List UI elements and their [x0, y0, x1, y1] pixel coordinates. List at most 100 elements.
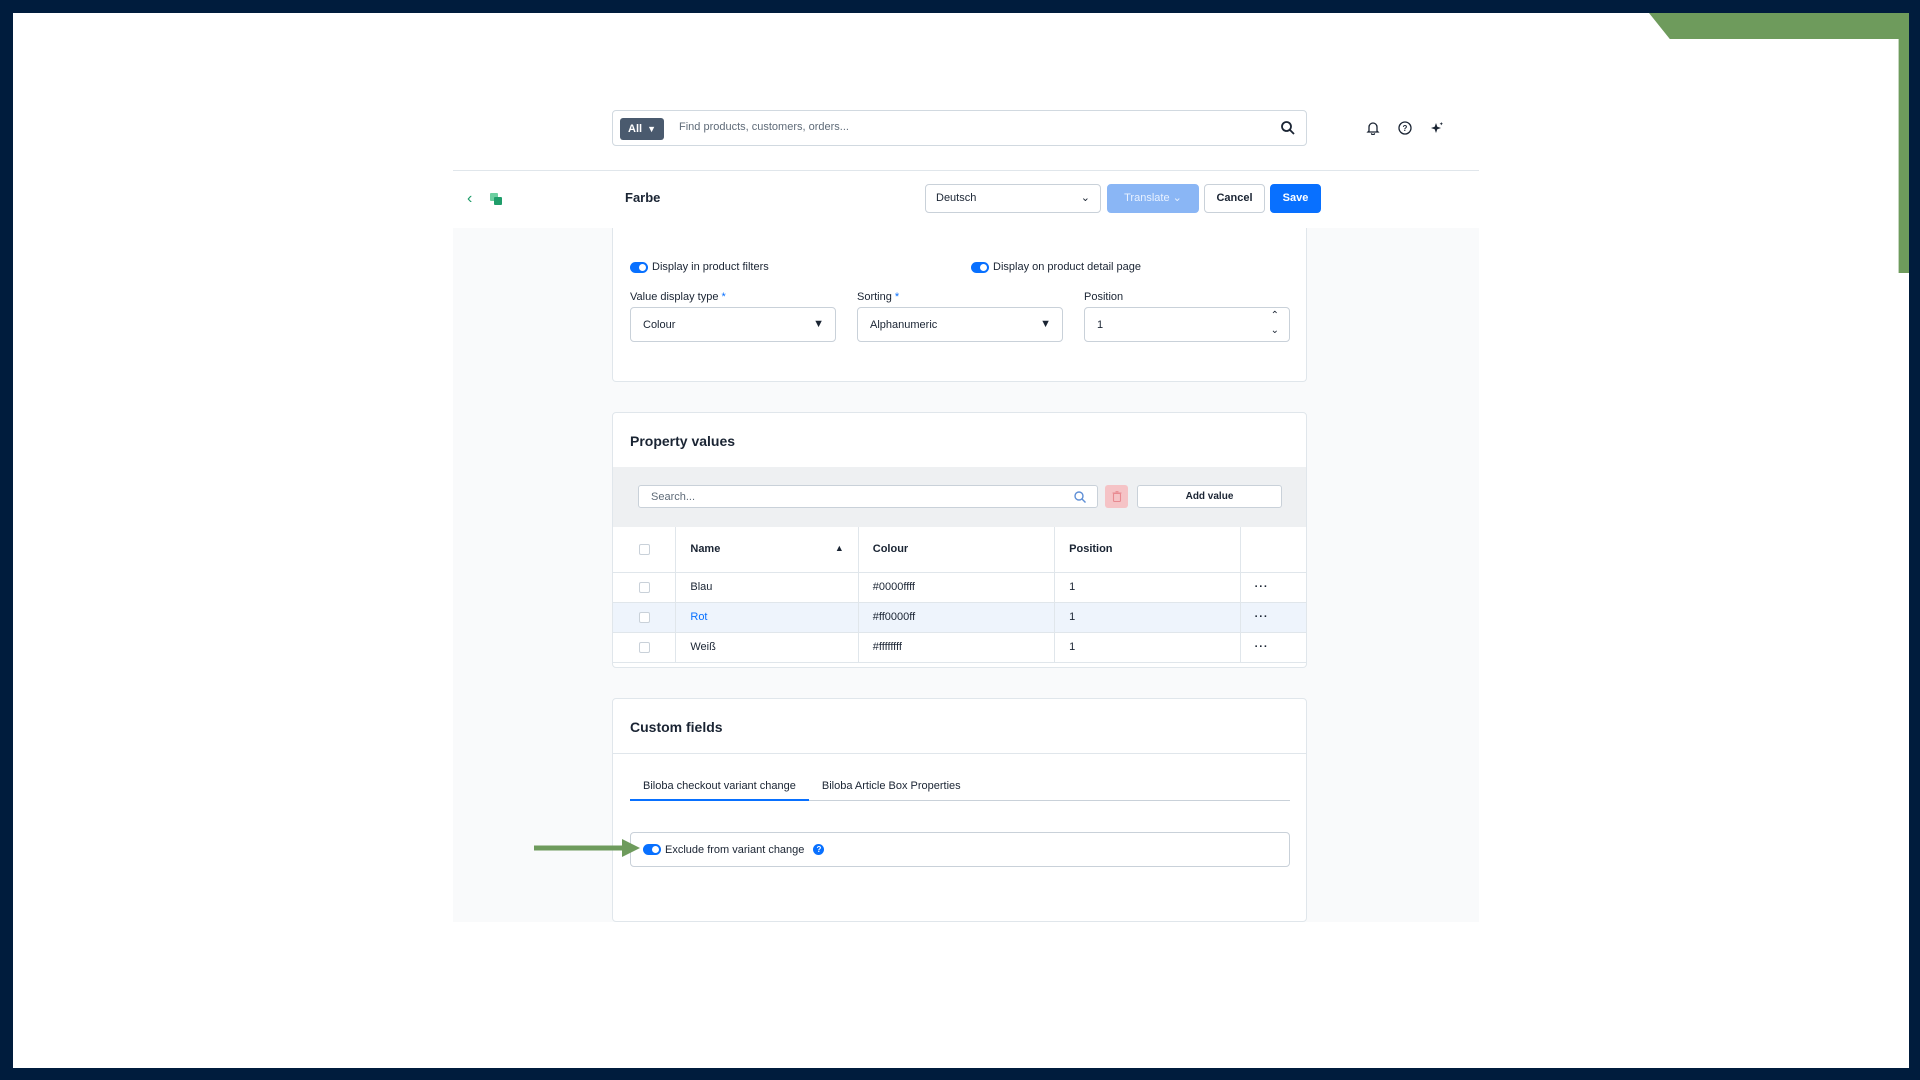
position-cell: 1 — [1054, 572, 1241, 603]
language-select[interactable]: Deutsch ⌄ — [925, 184, 1101, 213]
sort-ascending-icon[interactable]: ▲ — [835, 543, 844, 553]
name-cell[interactable]: Rot — [675, 602, 859, 633]
display-in-filters-switch[interactable]: Display in product filters — [630, 261, 769, 273]
sorting-select[interactable]: Alphanumeric ▼ — [857, 307, 1063, 342]
display-on-detail-switch[interactable]: Display on product detail page — [971, 261, 1141, 273]
help-circle-icon[interactable]: ? — [1397, 120, 1413, 136]
property-values-title: Property values — [630, 433, 736, 449]
name-cell[interactable]: Weiß — [675, 632, 859, 663]
column-header-position[interactable]: Position — [1054, 527, 1241, 573]
search-filter-label: All — [628, 123, 643, 135]
screenshot-frame: All ▼ Find products, customers, orders..… — [13, 13, 1909, 1068]
sorting-value: Alphanumeric — [870, 319, 938, 331]
delete-button[interactable] — [1105, 485, 1128, 508]
toggle-switch[interactable] — [630, 261, 648, 273]
custom-fields-tabs: Biloba checkout variant change Biloba Ar… — [630, 771, 1290, 801]
custom-fields-card: Custom fields Biloba checkout variant ch… — [612, 698, 1307, 922]
name-cell[interactable]: Blau — [675, 572, 859, 603]
colour-cell: #0000ffff — [858, 572, 1056, 603]
global-search[interactable]: All ▼ Find products, customers, orders..… — [612, 110, 1307, 146]
svg-text:?: ? — [1403, 124, 1408, 133]
values-search-placeholder: Search... — [651, 491, 696, 503]
sorting-label-text: Sorting — [857, 291, 892, 303]
column-header-colour[interactable]: Colour — [858, 527, 1056, 573]
translate-label: Translate — [1124, 192, 1170, 204]
display-filters-label: Display in product filters — [652, 261, 769, 273]
row-select-cell — [613, 572, 677, 603]
exclude-label: Exclude from variant change — [665, 843, 805, 856]
table-row: Weiß #ffffffff 1 ··· — [613, 632, 1306, 663]
smart-bar: ‹ Farbe Deutsch ⌄ Translate ⌄ Cancel Sav… — [453, 170, 1479, 228]
copy-icon[interactable] — [489, 192, 503, 206]
trash-icon — [1112, 491, 1121, 502]
grid-toolbar: Search... Add value — [613, 467, 1306, 527]
sorting-label: Sorting * — [857, 291, 899, 303]
column-header-name[interactable]: Name ▲ — [675, 527, 859, 573]
position-label: Position — [1084, 291, 1124, 303]
position-cell: 1 — [1054, 602, 1241, 633]
bell-icon[interactable] — [1365, 120, 1381, 136]
content-area: Display in product filters Display on pr… — [453, 228, 1479, 922]
position-number-field[interactable]: 1 ⌃ ⌄ — [1084, 307, 1290, 342]
column-header-name-label: Name — [690, 543, 721, 556]
corner-decoration — [1649, 13, 1909, 273]
table-row: Blau #0000ffff 1 ··· — [613, 572, 1306, 603]
required-mark: * — [721, 291, 726, 303]
cancel-button[interactable]: Cancel — [1204, 184, 1265, 213]
property-values-table: Name ▲ Colour Position Blau #0000ffff 1 — [613, 527, 1306, 663]
column-header-actions — [1240, 527, 1306, 573]
colour-cell: #ff0000ff — [858, 602, 1056, 633]
exclude-from-variant-change-field: Exclude from variant change ? — [630, 832, 1290, 867]
chevron-down-icon: ▼ — [813, 318, 824, 330]
help-icon[interactable]: ? — [813, 844, 825, 855]
value-display-type-value: Colour — [643, 319, 676, 331]
page-title: Farbe — [625, 190, 661, 205]
card-divider — [613, 753, 1306, 754]
chevron-down-icon[interactable]: ⌄ — [1271, 325, 1279, 336]
row-actions-button[interactable]: ··· — [1240, 632, 1306, 663]
search-input[interactable]: Find products, customers, orders... — [679, 121, 849, 133]
chevron-down-icon: ▼ — [647, 124, 656, 134]
save-button[interactable]: Save — [1270, 184, 1321, 213]
row-actions-button[interactable]: ··· — [1240, 602, 1306, 633]
row-actions-button[interactable]: ··· — [1240, 572, 1306, 603]
row-select-cell — [613, 632, 677, 663]
top-bar: All ▼ Find products, customers, orders..… — [453, 98, 1479, 170]
position-cell: 1 — [1054, 632, 1241, 663]
search-filter-dropdown[interactable]: All ▼ — [620, 118, 664, 140]
value-display-type-select[interactable]: Colour ▼ — [630, 307, 836, 342]
custom-fields-title: Custom fields — [630, 719, 723, 735]
tab-biloba-checkout-variant-change[interactable]: Biloba checkout variant change — [630, 771, 809, 801]
toggle-switch[interactable] — [971, 261, 989, 273]
row-checkbox[interactable] — [638, 581, 650, 593]
translate-button[interactable]: Translate ⌄ — [1107, 184, 1199, 213]
chevron-down-icon: ⌄ — [1172, 192, 1182, 204]
property-values-card: Property values Search... Add value Name… — [612, 412, 1307, 668]
table-row: Rot #ff0000ff 1 ··· — [613, 602, 1306, 633]
row-checkbox[interactable] — [638, 641, 650, 653]
required-mark: * — [894, 291, 900, 303]
value-display-type-label: Value display type * — [630, 291, 726, 303]
row-select-cell — [613, 602, 677, 633]
select-all-cell — [613, 527, 677, 573]
select-all-checkbox[interactable] — [638, 543, 650, 555]
annotation-arrow-icon — [534, 839, 640, 857]
language-value: Deutsch — [936, 192, 977, 204]
search-icon — [1074, 491, 1086, 503]
top-icons: ? — [1365, 120, 1445, 136]
chevron-up-icon[interactable]: ⌃ — [1271, 310, 1279, 321]
app-window: All ▼ Find products, customers, orders..… — [453, 98, 1479, 922]
values-search-input[interactable]: Search... — [638, 485, 1098, 508]
colour-cell: #ffffffff — [858, 632, 1056, 663]
tab-biloba-article-box-properties[interactable]: Biloba Article Box Properties — [809, 771, 974, 801]
search-icon[interactable] — [1280, 120, 1296, 136]
chevron-down-icon: ▼ — [1040, 318, 1051, 330]
display-detail-label: Display on product detail page — [993, 261, 1141, 273]
property-settings-card: Display in product filters Display on pr… — [612, 228, 1307, 382]
exclude-toggle-switch[interactable] — [643, 844, 661, 855]
back-chevron-icon[interactable]: ‹ — [467, 190, 472, 208]
row-checkbox[interactable] — [638, 611, 650, 623]
add-value-button[interactable]: Add value — [1137, 485, 1282, 508]
sparkle-icon[interactable] — [1429, 120, 1445, 136]
value-display-type-label-text: Value display type — [630, 291, 719, 303]
